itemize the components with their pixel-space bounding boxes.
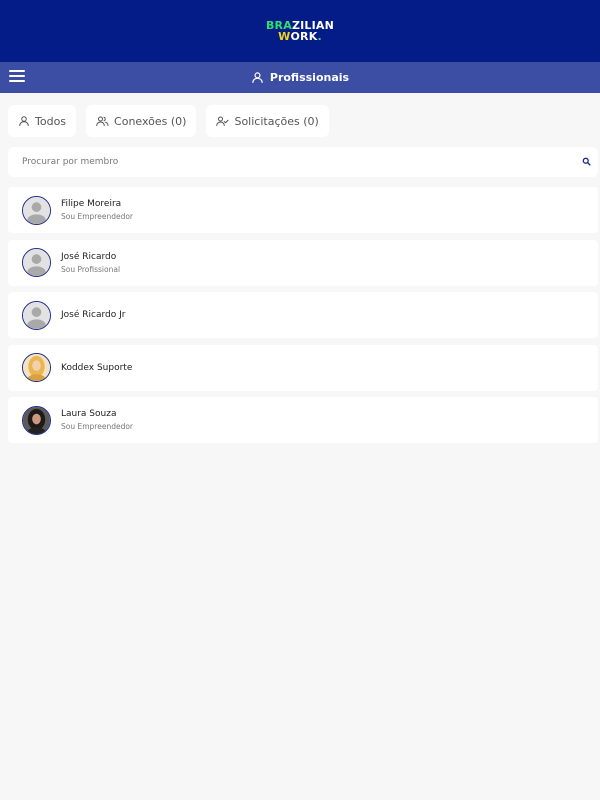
tab-conexoes[interactable]: Conexões (0) bbox=[86, 105, 197, 137]
default-avatar-icon bbox=[23, 249, 50, 276]
member-name: José Ricardo bbox=[61, 251, 117, 262]
member-role: Sou Empreendedor bbox=[61, 212, 134, 221]
tab-label: Solicitações (0) bbox=[234, 114, 319, 128]
default-avatar-icon bbox=[23, 196, 50, 224]
tab-label: Conexões (0) bbox=[114, 114, 187, 128]
member-name: Filipe Moreira bbox=[61, 199, 122, 209]
top-banner: BRA ZILIAN W ORK. bbox=[0, 0, 600, 62]
member-role: Sou Empreendedor bbox=[61, 422, 134, 431]
logo-text-part: W bbox=[278, 30, 291, 43]
profile-photo bbox=[23, 406, 50, 434]
tab-label: Todos bbox=[35, 114, 67, 128]
users-icon bbox=[96, 116, 109, 126]
tab-solicitacoes[interactable]: Solicitações (0) bbox=[206, 105, 329, 137]
default-avatar-icon bbox=[23, 301, 50, 329]
page-title-text: Profissionais bbox=[269, 71, 350, 84]
avatar bbox=[22, 195, 51, 225]
search-input[interactable] bbox=[8, 147, 568, 177]
user-check-icon bbox=[216, 116, 229, 126]
navbar: Profissionais bbox=[0, 62, 600, 93]
list-item[interactable]: Laura Souza Sou Empreendedor bbox=[8, 397, 598, 443]
tab-todos[interactable]: Todos bbox=[8, 105, 77, 137]
search-icon[interactable] bbox=[582, 157, 591, 166]
member-name: Laura Souza bbox=[61, 409, 117, 419]
brazilian-work-logo[interactable]: BRA ZILIAN W ORK. bbox=[266, 20, 334, 42]
member-name: Koddex Suporte bbox=[61, 362, 133, 373]
filter-tabs: Todos Conexões (0) Solicitações (0) bbox=[8, 105, 329, 137]
member-list: Filipe Moreira Sou Empreendedor José Ric… bbox=[8, 187, 598, 450]
avatar bbox=[22, 300, 51, 330]
member-name: José Ricardo Jr bbox=[61, 310, 126, 320]
member-role: Sou Profissional bbox=[61, 264, 121, 274]
logo-text-part: ORK bbox=[290, 30, 318, 43]
logo-text-part: . bbox=[317, 30, 322, 43]
list-item[interactable]: Filipe Moreira Sou Empreendedor bbox=[8, 187, 598, 233]
avatar bbox=[22, 248, 51, 277]
avatar bbox=[22, 353, 51, 382]
user-icon bbox=[252, 72, 263, 83]
user-icon bbox=[19, 116, 29, 126]
page-title: Profissionais bbox=[0, 62, 600, 93]
avatar bbox=[22, 405, 51, 435]
search-bar bbox=[8, 147, 598, 177]
profile-photo bbox=[23, 354, 50, 381]
list-item[interactable]: José Ricardo Sou Profissional bbox=[8, 239, 598, 286]
list-item[interactable]: José Ricardo Jr bbox=[8, 292, 598, 338]
list-item[interactable]: Koddex Suporte bbox=[8, 344, 598, 391]
